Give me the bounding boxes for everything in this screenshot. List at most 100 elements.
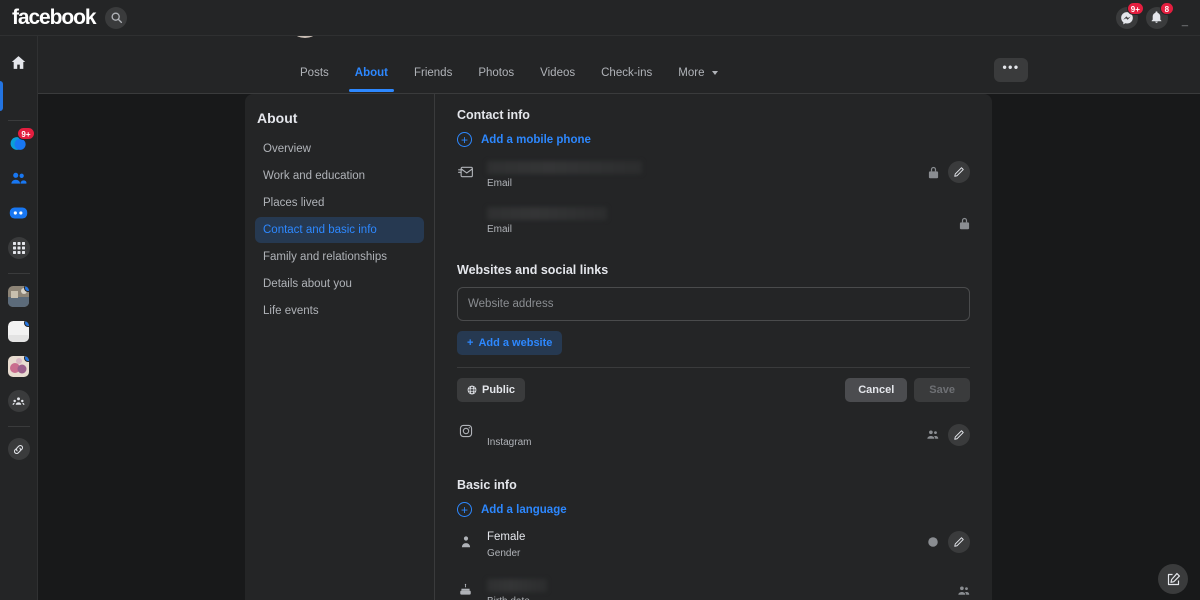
gender-actions (927, 531, 970, 553)
tab-friends-label: Friends (413, 67, 453, 79)
top-navigation-bar: facebook 9+ 8 _ (0, 0, 1200, 36)
contact-email-2-value (487, 207, 607, 220)
tab-checkins-label: Check-ins (601, 67, 653, 79)
tab-friends[interactable]: Friends (402, 58, 464, 92)
gender-value: Female (487, 531, 526, 543)
gender-icon (457, 533, 474, 550)
audience-selector-button[interactable]: Public (457, 378, 526, 402)
sidebar-item-details-about-you[interactable]: Details about you (255, 271, 424, 297)
cancel-button[interactable]: Cancel (845, 378, 908, 402)
birth-date-actions (957, 585, 970, 597)
sidebar-item-family-relationships[interactable]: Family and relationships (255, 244, 424, 270)
basic-row-birth-date: Birth date (457, 579, 970, 600)
add-language-button[interactable]: + Add a language (457, 502, 970, 517)
email-icon (457, 163, 474, 180)
sidebar-item-overview[interactable]: Overview (255, 136, 424, 162)
tab-more-label: More (678, 67, 705, 79)
tab-posts[interactable]: Posts (288, 58, 341, 92)
contact-email-1-label: Email (487, 178, 513, 189)
window-minimize-button[interactable]: _ (1182, 15, 1188, 29)
basic-row-gender: Female Gender (457, 531, 970, 567)
compose-icon[interactable] (1158, 564, 1188, 594)
profile-more-options-button[interactable]: ••• (994, 58, 1028, 82)
sidebar-item-places-lived[interactable]: Places lived (255, 190, 424, 216)
rail-divider-3 (7, 426, 30, 427)
tab-about[interactable]: About (343, 58, 400, 92)
plus-icon: + (457, 502, 472, 517)
edit-email-1-button[interactable] (948, 161, 970, 183)
websites-divider (457, 367, 970, 368)
add-mobile-phone-button[interactable]: + Add a mobile phone (457, 132, 970, 147)
left-navigation-rail: 9+ (0, 36, 38, 600)
rail-item-links[interactable] (0, 433, 38, 465)
add-website-button[interactable]: + Add a website (457, 331, 563, 355)
friends-icon[interactable] (926, 429, 939, 441)
edit-instagram-button[interactable] (948, 424, 970, 446)
notifications-badge: 8 (1159, 1, 1174, 15)
plus-icon: + (457, 132, 472, 147)
save-cancel-group: Cancel Save (845, 378, 970, 402)
tab-checkins[interactable]: Check-ins (589, 58, 664, 92)
birth-date-label: Birth date (487, 596, 970, 600)
rail-item-shortcut-1[interactable] (0, 280, 38, 312)
rail-divider-1 (7, 120, 30, 121)
search-icon[interactable] (105, 6, 128, 29)
rail-item-shortcut-2[interactable] (0, 315, 38, 347)
instagram-label: Instagram (487, 437, 532, 448)
thumbnail-icon (8, 285, 29, 307)
contact-info-heading: Contact info (457, 108, 530, 122)
link-icon (7, 438, 30, 460)
shortcut-2-unread-dot (24, 320, 29, 327)
sidebar-item-life-events[interactable]: Life events (255, 298, 424, 324)
friends-icon[interactable] (957, 585, 970, 597)
social-row-instagram: Instagram (457, 420, 970, 456)
website-address-input[interactable] (457, 287, 970, 321)
contact-email-2-label: Email (487, 224, 513, 235)
rail-item-groups[interactable] (0, 385, 38, 417)
add-website-label: Add a website (478, 337, 553, 349)
tab-posts-label: Posts (300, 67, 329, 79)
rail-item-friends[interactable] (0, 162, 38, 194)
globe-icon (467, 385, 477, 395)
tab-videos-label: Videos (540, 67, 576, 79)
rail-item-apps[interactable] (0, 232, 38, 264)
contact-row-email-1: Email (457, 161, 970, 197)
lock-icon[interactable] (928, 166, 939, 179)
messenger-icon[interactable]: 9+ (1115, 1, 1144, 29)
about-content-panel: Contact info + Add a mobile phone Email (435, 94, 992, 600)
rail-item-home[interactable] (0, 46, 38, 78)
rail-item-messenger[interactable]: 9+ (0, 127, 38, 159)
grid-icon (7, 237, 30, 259)
sidebar-item-contact-basic-info[interactable]: Contact and basic info (255, 217, 424, 243)
about-heading: About (257, 110, 298, 126)
tab-videos[interactable]: Videos (528, 58, 587, 92)
shortcut-3-unread-dot (24, 355, 29, 362)
globe-icon[interactable] (927, 536, 939, 548)
contact-email-1-value (487, 161, 642, 174)
sidebar-item-work-education[interactable]: Work and education (255, 163, 424, 189)
facebook-logo[interactable]: facebook (12, 6, 97, 30)
topbar-actions: 9+ 8 _ (1115, 1, 1190, 29)
rail-item-watch[interactable] (0, 197, 38, 229)
tab-about-label: About (354, 67, 388, 79)
bell-icon[interactable]: 8 (1145, 1, 1174, 29)
lock-icon[interactable] (959, 217, 970, 230)
thumbnail-icon (8, 320, 29, 342)
rail-active-indicator (0, 81, 38, 111)
about-sidebar: About Overview Work and education Places… (245, 94, 435, 600)
instagram-actions (926, 424, 970, 446)
messenger-badge: 9+ (1126, 1, 1144, 15)
tab-more[interactable]: More (666, 58, 729, 92)
profile-tab-bar: Posts About Friends Photos Videos Check-… (288, 58, 730, 92)
tab-photos[interactable]: Photos (466, 58, 526, 92)
instagram-icon (457, 422, 474, 439)
birth-date-value (487, 579, 547, 592)
rail-item-shortcut-3[interactable] (0, 350, 38, 382)
profile-header-area: Posts About Friends Photos Videos Check-… (38, 10, 1200, 94)
rail-divider-2 (7, 273, 30, 274)
edit-gender-button[interactable] (948, 531, 970, 553)
save-button[interactable]: Save (914, 378, 970, 402)
add-mobile-phone-label: Add a mobile phone (481, 133, 591, 146)
contact-email-2-actions (959, 217, 970, 230)
shortcut-1-unread-dot (24, 285, 29, 292)
